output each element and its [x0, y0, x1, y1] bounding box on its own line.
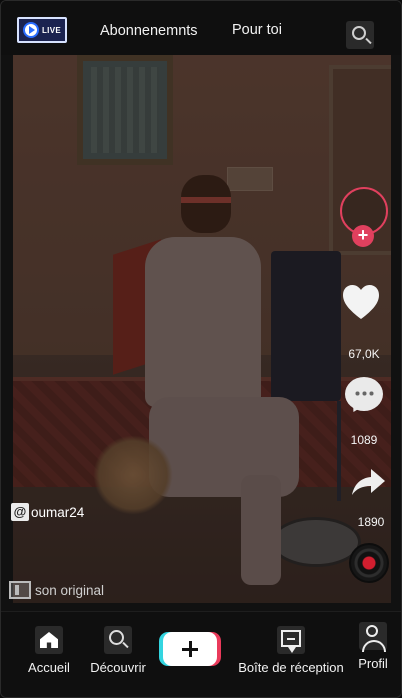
heart-icon	[343, 285, 379, 319]
nav-home-label: Accueil	[28, 660, 70, 675]
share-count: 1890	[357, 515, 385, 529]
nav-inbox-label: Boîte de réception	[238, 660, 344, 675]
sound-label: son original	[35, 582, 105, 598]
discover-icon	[104, 626, 132, 654]
at-icon: @	[11, 503, 29, 521]
create-button[interactable]	[163, 632, 217, 666]
comment-icon	[354, 391, 374, 396]
username-text: oumar24	[31, 504, 85, 520]
nav-discover[interactable]: Découvrir	[87, 626, 149, 675]
like-button[interactable]	[341, 283, 381, 323]
comment-button[interactable]	[345, 377, 383, 411]
inbox-icon	[277, 626, 305, 654]
sound-link[interactable]: son original	[9, 581, 104, 599]
profile-icon	[359, 622, 387, 652]
live-button[interactable]: LIVE	[17, 17, 67, 43]
comment-count: 1089	[350, 433, 378, 447]
plus-icon: +	[357, 225, 369, 245]
nav-profile[interactable]: Profil	[353, 622, 393, 671]
tab-subscriptions[interactable]: Abonnenemnts	[100, 23, 198, 39]
follow-button[interactable]: +	[352, 225, 374, 247]
creator-username[interactable]: @ oumar24	[11, 503, 84, 521]
nav-home[interactable]: Accueil	[26, 626, 72, 675]
share-button[interactable]	[351, 467, 387, 497]
nav-profile-label: Profil	[358, 656, 388, 671]
music-disc-icon[interactable]	[349, 543, 389, 583]
nav-discover-label: Découvrir	[90, 660, 146, 675]
create-plus-icon-vertical	[189, 641, 192, 657]
search-icon	[352, 26, 366, 40]
nav-inbox[interactable]: Boîte de réception	[231, 626, 351, 675]
live-label: LIVE	[42, 25, 61, 35]
app-window: LIVE Abonnenemnts Pour toi + 67,0K 1089 …	[0, 0, 402, 698]
like-count: 67,0K	[348, 347, 380, 361]
top-bar: LIVE Abonnenemnts Pour toi	[1, 1, 401, 55]
share-arrow-icon	[352, 469, 385, 495]
search-button[interactable]	[346, 21, 374, 49]
home-icon	[35, 626, 63, 654]
bottom-nav: Accueil Découvrir Boîte de réception Pro…	[1, 611, 401, 697]
tab-for-you[interactable]: Pour toi	[232, 22, 282, 38]
music-note-icon	[9, 581, 31, 599]
live-icon	[23, 22, 39, 38]
